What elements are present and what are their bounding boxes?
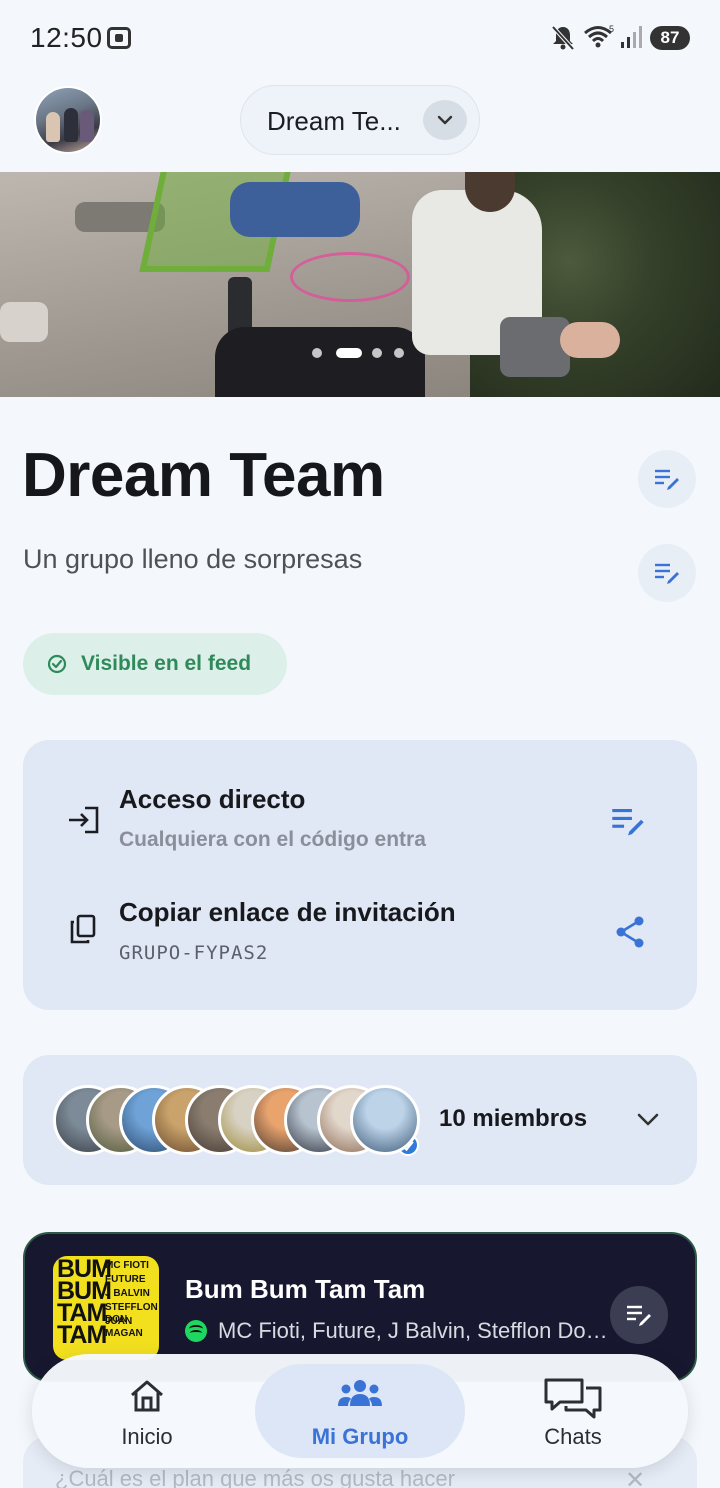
group-photo-carousel[interactable] [0, 172, 720, 397]
song-title: Bum Bum Tam Tam [185, 1274, 426, 1304]
group-title: Dream Team [22, 441, 385, 510]
carousel-dot[interactable] [312, 348, 322, 358]
song-artists: MC Fioti, Future, J Balvin, Stefflon Don… [218, 1318, 618, 1343]
album-art-text: J BALVIN [105, 1288, 150, 1299]
svg-text:5: 5 [609, 24, 614, 34]
edit-title-button[interactable] [638, 450, 696, 508]
nav-item-inicio[interactable]: Inicio [42, 1364, 252, 1458]
feed-visibility-toggle[interactable]: Visible en el feed [23, 633, 287, 695]
status-time: 12:50 [30, 22, 103, 53]
member-avatar [350, 1085, 420, 1155]
album-art-text: JUAN MAGAN [105, 1316, 143, 1339]
chevron-down-icon[interactable] [423, 100, 467, 140]
status-bar: 12:50 5 87 [0, 0, 720, 76]
edit-song-button[interactable] [610, 1286, 668, 1344]
feed-status-label: Visible en el feed [81, 652, 252, 675]
login-icon [69, 806, 99, 834]
edit-icon [627, 1305, 651, 1326]
members-card[interactable]: 10 miembros [23, 1055, 697, 1185]
nav-label-mi-grupo: Mi Grupo [311, 1424, 409, 1449]
group-icon [338, 1380, 382, 1406]
carousel-dot[interactable] [394, 348, 404, 358]
carousel-dot-active[interactable] [336, 348, 362, 358]
wifi-icon: 5 [584, 24, 614, 48]
album-art: BUM BUM TAM TAM MC FIOTI FUTURE J BALVIN… [53, 1256, 159, 1360]
nav-label-chats: Chats [544, 1424, 602, 1449]
edit-icon [655, 469, 679, 490]
share-icon[interactable] [613, 915, 647, 949]
bottom-navigation: Inicio Mi Grupo Chats [32, 1354, 688, 1468]
access-card: Acceso directo Cualquiera con el código … [23, 740, 697, 1010]
carousel-dots [312, 345, 412, 361]
group-selector-label: Dream Te... [267, 106, 401, 136]
copy-icon [70, 914, 96, 944]
group-avatar[interactable] [34, 86, 102, 154]
signal-icon [621, 26, 642, 48]
chat-icon [544, 1378, 602, 1419]
edit-access-icon[interactable] [611, 806, 645, 836]
mute-icon [551, 25, 575, 51]
direct-access-description: Cualquiera con el código entra [119, 828, 426, 851]
album-art-text: MC FIOTI [105, 1260, 149, 1271]
edit-subtitle-button[interactable] [638, 544, 696, 602]
spotify-icon [185, 1320, 207, 1342]
direct-access-title: Acceso directo [119, 784, 306, 814]
chevron-down-icon[interactable] [635, 1109, 661, 1129]
edit-icon [655, 563, 679, 584]
nav-label-inicio: Inicio [121, 1424, 173, 1449]
check-circle-icon [47, 654, 67, 674]
album-art-text: TAM [57, 1321, 107, 1349]
invite-link-title: Copiar enlace de invitación [119, 897, 456, 927]
carousel-dot[interactable] [372, 348, 382, 358]
close-icon[interactable]: ✕ [625, 1466, 645, 1488]
album-art-text: FUTURE [105, 1274, 146, 1285]
question-text: ¿Cuál es el plan que más os gusta hacer [55, 1466, 455, 1488]
nav-item-mi-grupo[interactable]: Mi Grupo [255, 1364, 465, 1458]
invite-code: GRUPO-FYPAS2 [119, 942, 269, 964]
battery-level: 87 [650, 26, 690, 50]
home-icon [131, 1380, 163, 1412]
group-selector-dropdown[interactable]: Dream Te... [240, 85, 480, 155]
members-count: 10 miembros [439, 1105, 588, 1132]
group-subtitle: Un grupo lleno de sorpresas [23, 544, 363, 574]
nav-item-chats[interactable]: Chats [468, 1364, 678, 1458]
screen-record-icon [107, 27, 131, 49]
